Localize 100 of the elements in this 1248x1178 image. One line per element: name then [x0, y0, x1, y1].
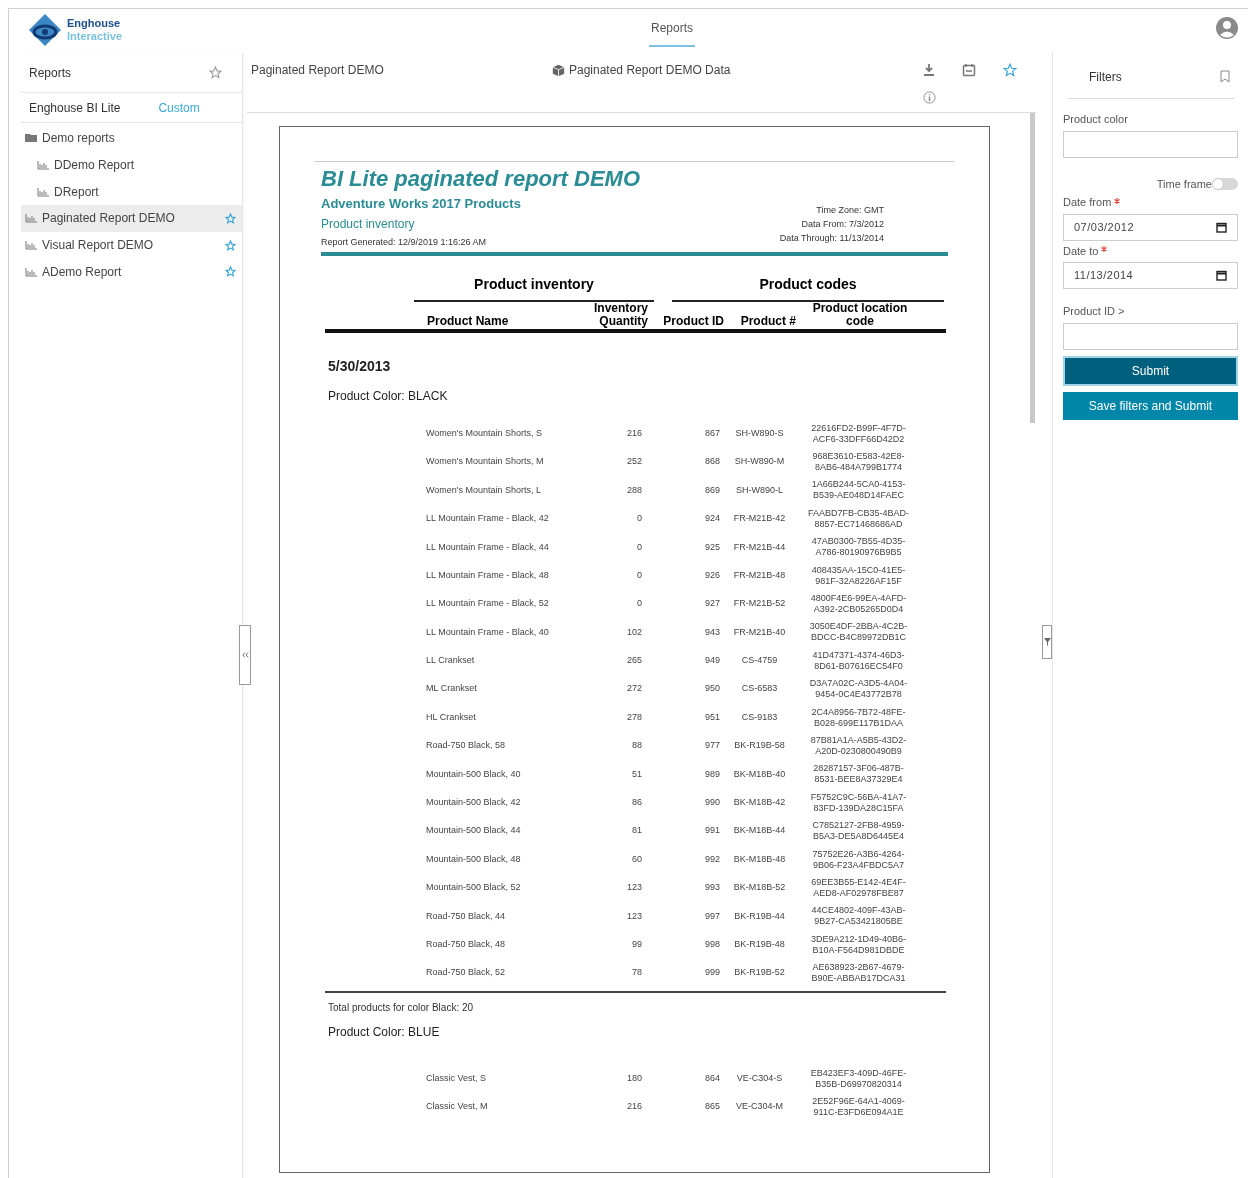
- table-cell-text: Mountain-500 Black, 42: [425, 796, 522, 809]
- table-cell-text: LL Mountain Frame - Black, 48: [425, 568, 550, 582]
- table-cell-text: 0: [636, 512, 642, 526]
- input-field[interactable]: [1063, 322, 1238, 350]
- table-cell-text: 999: [703, 966, 721, 980]
- table-cell-text: Mountain-500 Black, 52: [425, 881, 522, 895]
- table-cell-text: 3050E4DF-2BBA-4C2B-BDCC-B4C89972DB1C: [808, 621, 909, 644]
- table-cell-text: 81: [631, 824, 642, 838]
- logo-icon: [27, 13, 63, 47]
- table-cell-text: 991: [703, 824, 721, 838]
- star-icon[interactable]: [209, 66, 222, 79]
- table-cell-text: EB423EF3-409D-46FE-B35B-D69970820314: [809, 1067, 908, 1090]
- tree-item[interactable]: ADemo Report: [21, 258, 242, 286]
- table-cell-text: 2C4A8956-7B72-48FE-B028-699E117B1DAA: [810, 706, 907, 729]
- table-cell-text: 408435AA-15C0-41E5-981F-32A8226AF15F: [810, 564, 907, 587]
- table-cell-text: 977: [703, 739, 721, 753]
- table-cell-text: SH-W890-S: [734, 426, 785, 440]
- table-cell-text: BK-M18B-40: [732, 767, 787, 781]
- table-cell-text: 2E52F96E-64A1-4069-911C-E3FD6E094A1E: [811, 1095, 906, 1118]
- logo-text: Enghouse: [67, 17, 122, 30]
- field-label: Product color: [1063, 112, 1129, 127]
- chart-icon: [37, 186, 50, 197]
- table-cell-text: 123: [625, 909, 642, 923]
- collapse-icon[interactable]: [241, 652, 249, 658]
- bookmark-icon[interactable]: [1220, 70, 1230, 83]
- info-icon[interactable]: [923, 91, 936, 104]
- table-cell-text: D3A7A02C-A3D5-4A04-9454-0C4E43772B78: [808, 678, 909, 701]
- tree-item[interactable]: Visual Report DEMO: [21, 231, 242, 259]
- table-cell-text: 278: [625, 710, 642, 724]
- column-group-header: Product inventory: [474, 275, 594, 292]
- table-cell-text: 943: [703, 625, 721, 639]
- table-cell-text: 86: [631, 796, 642, 809]
- tree-item[interactable]: DDemo Report: [21, 151, 242, 179]
- chart-icon: [25, 240, 38, 251]
- folder-icon: [25, 133, 38, 144]
- data-source-label: Paginated Report DEMO Data: [569, 62, 731, 79]
- star-icon[interactable]: [225, 212, 236, 224]
- user-avatar-icon[interactable]: [1216, 17, 1238, 39]
- table-cell-text: Mountain-500 Black, 40: [425, 767, 522, 781]
- table-cell-text: 180: [625, 1071, 642, 1085]
- color-group-label: Product Color: BLACK: [328, 387, 449, 405]
- input-field[interactable]: [1063, 130, 1238, 158]
- tree-item[interactable]: Demo reports: [21, 125, 242, 152]
- table-cell-text: Mountain-500 Black, 48: [425, 852, 522, 866]
- table-cell-text: 926: [703, 568, 721, 582]
- column-group-header: Product codes: [759, 275, 857, 292]
- tree-item[interactable]: DReport: [21, 178, 242, 206]
- star-icon[interactable]: [225, 266, 236, 278]
- report-meta: Data From: 7/3/2012: [801, 218, 884, 231]
- filters-title: Filters: [1089, 68, 1122, 86]
- star-icon[interactable]: [225, 239, 236, 251]
- table-cell-text: SH-W890-M: [733, 455, 786, 469]
- cube-icon: [552, 63, 565, 77]
- tree-item[interactable]: Paginated Report DEMO: [21, 205, 242, 232]
- field-label: Product ID >: [1063, 304, 1126, 319]
- sidebar-title: Reports: [29, 64, 72, 82]
- table-cell-text: 265: [625, 654, 642, 668]
- column-header: Product Name: [426, 314, 510, 328]
- column-header: Product ID: [662, 314, 724, 328]
- table-cell-text: 993: [703, 881, 721, 895]
- time-frame-toggle[interactable]: [1212, 177, 1238, 190]
- table-cell-text: BK-R19B-44: [733, 909, 786, 923]
- table-cell-text: 0: [636, 597, 642, 611]
- star-icon[interactable]: [1003, 63, 1017, 77]
- table-cell-text: LL Mountain Frame - Black, 42: [425, 512, 550, 526]
- table-cell-text: F5752C9C-56BA-41A7-83FD-139DA28C15FA: [809, 791, 908, 814]
- chart-icon: [25, 213, 38, 224]
- download-icon[interactable]: [923, 63, 935, 77]
- table-cell-text: 216: [625, 1100, 642, 1114]
- calendar-icon[interactable]: [1216, 270, 1227, 281]
- table-cell-text: 44CE4802-409F-43AB-9B27-CA53421805BE: [810, 905, 907, 928]
- schedule-icon[interactable]: [962, 63, 976, 77]
- table-cell-text: Road-750 Black, 44: [425, 909, 507, 923]
- report-generated: Report Generated: 12/9/2019 1:16:26 AM: [321, 236, 488, 249]
- table-cell-text: 950: [703, 682, 721, 696]
- table-cell-text: 927: [703, 597, 721, 611]
- nav-tab[interactable]: Reports: [649, 19, 696, 47]
- table-cell-text: Classic Vest, S: [425, 1071, 488, 1085]
- table-cell-text: C7852127-2FB8-4959-B5A3-DE5A8D6445E4: [811, 820, 906, 843]
- table-cell-text: 865: [703, 1100, 721, 1114]
- table-cell-text: FR-M21B-52: [732, 597, 787, 611]
- table-cell-text: FAABD7FB-CB35-4BAD-8857-EC71468686AD: [807, 507, 910, 530]
- table-cell-text: 28287157-3F06-487B-8531-BEE8A37329E4: [812, 763, 905, 786]
- table-cell-text: 864: [703, 1071, 721, 1085]
- table-cell-text: 3DE9A212-1D49-40B6-B10A-F564D981DBDE: [809, 933, 908, 956]
- sidebar-tab[interactable]: Enghouse BI Lite: [29, 98, 121, 117]
- toggle-label: Time frame: [1156, 176, 1212, 192]
- table-cell-text: 272: [625, 682, 642, 696]
- submit-button[interactable]: Submit: [1063, 355, 1238, 386]
- report-meta: Data Through: 11/13/2014: [779, 232, 884, 245]
- table-cell-text: Road-750 Black, 52: [425, 966, 507, 980]
- calendar-icon[interactable]: [1216, 221, 1227, 233]
- date-field[interactable]: 11/13/2014: [1063, 262, 1238, 289]
- filter-icon[interactable]: [1043, 638, 1051, 646]
- logo-text: Interactive: [67, 30, 123, 43]
- table-cell-text: 69EE3B55-E142-4E4F-AED8-AF02978FBE87: [810, 876, 907, 899]
- table-cell-text: 47AB0300-7B55-4D35-A786-80190976B9B5: [810, 536, 907, 559]
- table-cell-text: 4800F4E6-99EA-4AFD-A392-2CB05265D0D4: [809, 593, 908, 616]
- save-submit-button[interactable]: Save filters and Submit: [1063, 391, 1238, 420]
- date-field[interactable]: 07/03/2012: [1063, 213, 1238, 241]
